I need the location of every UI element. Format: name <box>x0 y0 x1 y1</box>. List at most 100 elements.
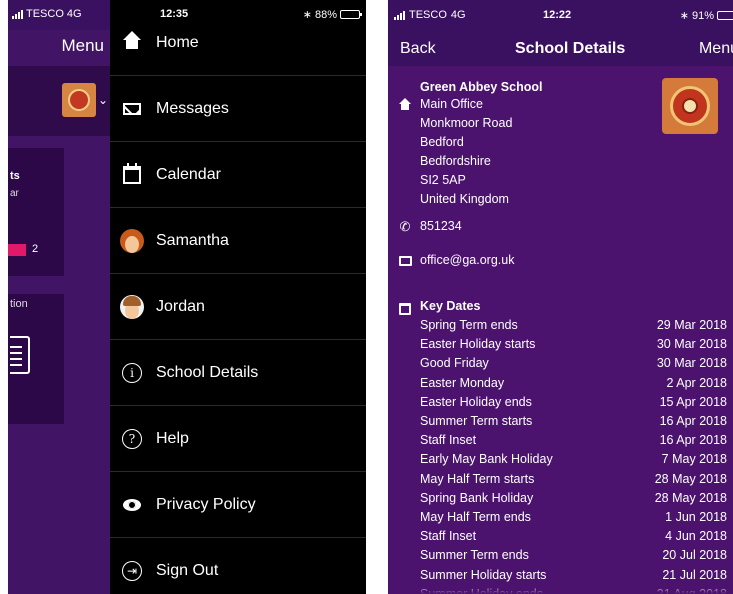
document-icon <box>10 336 30 374</box>
key-date-row: Early May Bank Holiday 7 May 2018 <box>420 452 727 471</box>
drawer-item-messages[interactable]: Messages <box>110 76 366 142</box>
signal-icon <box>394 10 405 20</box>
status-bar: TESCO 4G <box>8 0 110 30</box>
key-date-event: Staff Inset <box>420 529 477 544</box>
key-date-value: 15 Apr 2018 <box>659 394 727 409</box>
key-date-event: Summer Term ends <box>420 548 529 563</box>
count-bar <box>8 244 26 256</box>
key-date-value: 28 May 2018 <box>654 490 727 505</box>
drawer-item-samantha[interactable]: Samantha <box>110 208 366 274</box>
key-date-row: Summer Term ends 20 Jul 2018 <box>420 548 727 567</box>
key-date-row: Summer Term starts 16 Apr 2018 <box>420 414 727 433</box>
address-line: Bedford <box>420 135 464 149</box>
key-date-event: Spring Bank Holiday <box>420 490 534 505</box>
back-button[interactable]: Back <box>400 40 436 58</box>
key-date-event: Spring Term ends <box>420 318 518 332</box>
key-date-row: Easter Holiday starts 30 Mar 2018 <box>420 337 727 356</box>
phone-number[interactable]: 851234 <box>420 217 462 236</box>
avatar-girl-icon <box>120 228 144 253</box>
key-date-event: Easter Holiday starts <box>420 337 536 352</box>
status-bar: TESCO 4G 12:22 ∗ 91% <box>388 0 733 30</box>
key-date-row: Good Friday 30 Mar 2018 <box>420 356 727 375</box>
carrier-name: TESCO <box>409 9 447 21</box>
drawer-item-label: Help <box>156 429 189 447</box>
address-line: Monkmoor Road <box>420 116 513 130</box>
carrier-info: TESCO 4G <box>394 9 466 21</box>
drawer-item-label: Messages <box>156 99 229 117</box>
address-line: SI2 5AP <box>420 173 466 187</box>
navigation-drawer: 12:35 ∗ 88% Home Messages Calendar Saman… <box>110 0 366 594</box>
card-title: tion <box>10 298 28 310</box>
key-date-row: Spring Bank Holiday 28 May 2018 <box>420 491 727 510</box>
address-block: Main Office Monkmoor Road Bedford Bedfor… <box>420 95 512 209</box>
drawer-item-label: Calendar <box>156 165 221 183</box>
school-logo-icon[interactable] <box>62 83 96 117</box>
calendar-icon <box>123 162 141 184</box>
drawer-item-privacy-policy[interactable]: Privacy Policy <box>110 472 366 538</box>
address-line: Bedfordshire <box>420 154 491 168</box>
battery-percent: 91% <box>691 9 714 22</box>
drawer-item-calendar[interactable]: Calendar <box>110 142 366 208</box>
key-date-event: Early May Bank Holiday <box>420 452 553 467</box>
address-line: United Kingdom <box>420 192 509 206</box>
key-date-value: 4 Jun 2018 <box>665 529 727 544</box>
key-dates-title: Key Dates <box>420 299 481 313</box>
key-date-row: Staff Inset 4 Jun 2018 <box>420 529 727 548</box>
key-date-row: Spring Term ends 29 Mar 2018 <box>420 318 727 337</box>
count-value: 2 <box>32 243 39 255</box>
key-date-event: Staff Inset <box>420 433 477 448</box>
drawer-item-sign-out[interactable]: ⇥ Sign Out <box>110 538 366 594</box>
left-phone-screen: TESCO 4G Menu ⌄ ts ar 2 tion 12:35 ∗ 88% <box>8 0 366 594</box>
chevron-down-icon[interactable]: ⌄ <box>98 93 108 107</box>
key-date-event: May Half Term starts <box>420 471 535 486</box>
sign-out-icon: ⇥ <box>122 561 142 581</box>
key-date-row: Staff Inset 16 Apr 2018 <box>420 433 727 452</box>
menu-button[interactable]: Menu <box>699 40 733 58</box>
page-title: School Details <box>515 40 626 57</box>
help-icon: ? <box>122 428 142 449</box>
background-app: TESCO 4G Menu ⌄ ts ar 2 tion <box>8 0 110 594</box>
email-link[interactable]: office@ga.org.uk <box>420 251 514 270</box>
drawer-item-label: School Details <box>156 363 259 381</box>
key-date-event: Easter Holiday ends <box>420 394 532 409</box>
key-date-row: May Half Term starts 28 May 2018 <box>420 472 727 491</box>
scroll-fade <box>388 584 733 594</box>
key-date-value: 30 Mar 2018 <box>656 356 727 371</box>
key-date-value: 16 Apr 2018 <box>659 414 727 428</box>
card-subtitle: ar <box>10 188 19 199</box>
drawer-item-help[interactable]: ? Help <box>110 406 366 472</box>
key-date-value: 30 Mar 2018 <box>656 337 727 352</box>
drawer-item-home[interactable]: Home <box>110 0 366 76</box>
card-title: ts <box>10 170 20 182</box>
battery-icon <box>717 11 733 20</box>
battery-status: ∗ 91% <box>680 9 733 22</box>
envelope-icon <box>123 102 141 115</box>
eye-icon <box>123 498 141 511</box>
right-phone-screen: TESCO 4G 12:22 ∗ 91% Back School Details… <box>388 0 733 594</box>
key-date-row: Easter Holiday ends 15 Apr 2018 <box>420 395 727 414</box>
key-date-event: May Half Term ends <box>420 510 531 524</box>
key-date-row: Easter Monday 2 Apr 2018 <box>420 376 727 395</box>
calendar-icon <box>398 302 412 316</box>
information-card[interactable]: tion <box>8 294 64 424</box>
menu-button[interactable]: Menu <box>61 36 104 56</box>
signal-icon <box>12 9 23 19</box>
key-date-event: Good Friday <box>420 356 489 371</box>
key-date-value: 16 Apr 2018 <box>659 433 727 448</box>
drawer-item-label: Jordan <box>156 297 205 315</box>
drawer-item-label: Samantha <box>156 231 229 249</box>
key-date-value: 29 Mar 2018 <box>656 318 727 332</box>
carrier-info: TESCO 4G <box>12 8 82 20</box>
events-card[interactable]: ts ar 2 <box>8 148 64 276</box>
network-type: 4G <box>66 8 82 20</box>
key-date-value: 2 Apr 2018 <box>666 375 727 390</box>
navigation-bar: Back School Details Menu <box>388 30 733 66</box>
drawer-item-school-details[interactable]: i School Details <box>110 340 366 406</box>
school-crest-logo <box>662 78 718 134</box>
drawer-item-jordan[interactable]: Jordan <box>110 274 366 340</box>
key-date-value: 1 Jun 2018 <box>665 510 727 524</box>
network-type: 4G <box>450 9 466 21</box>
info-icon: i <box>122 362 142 383</box>
phone-icon: ✆ <box>399 218 411 234</box>
key-date-value: 7 May 2018 <box>661 452 727 467</box>
